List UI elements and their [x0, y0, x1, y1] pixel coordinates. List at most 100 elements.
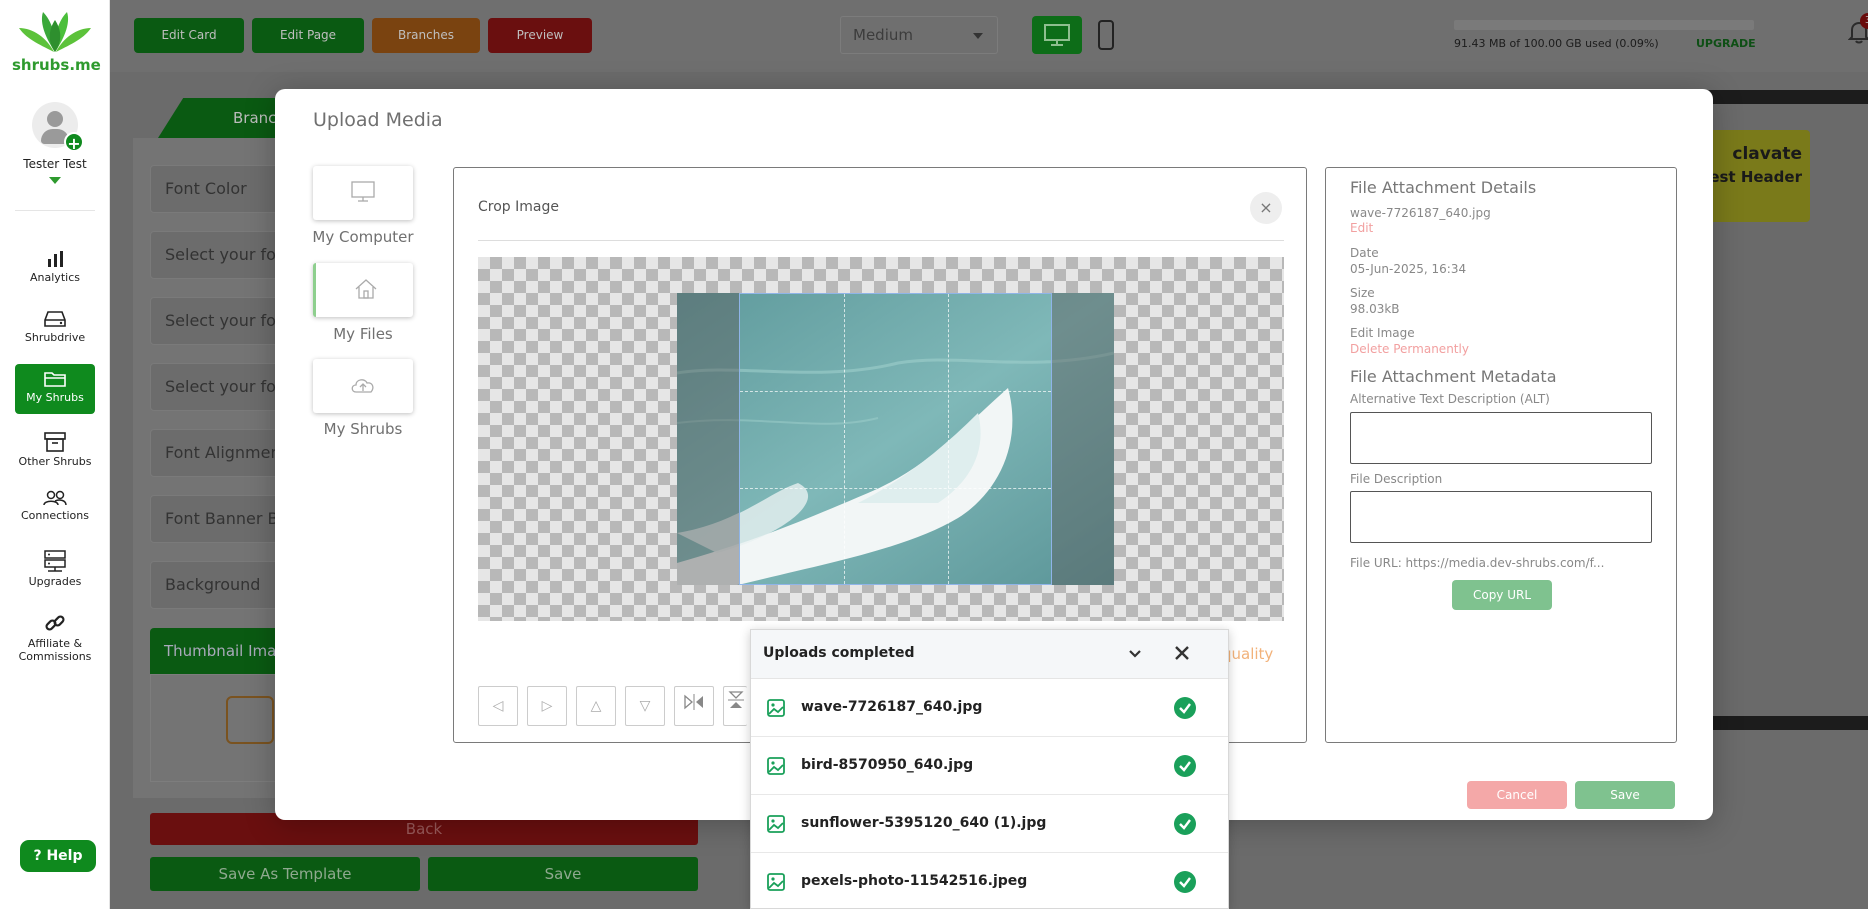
file-url: File URL: https://media.dev-shrubs.com/f… [1350, 556, 1605, 570]
save-button[interactable]: Save [1575, 781, 1675, 809]
source-label[interactable]: My Computer [305, 228, 421, 246]
leaf-logo-icon [19, 12, 91, 52]
crop-selection[interactable] [739, 293, 1052, 585]
logo-text: shrubs.me [12, 56, 101, 74]
chevron-down-icon[interactable] [49, 177, 61, 184]
alt-text-input[interactable] [1350, 412, 1652, 464]
crop-canvas[interactable] [478, 257, 1284, 621]
thumbnail-header: Thumbnail Ima [150, 628, 290, 674]
description-input[interactable] [1350, 491, 1652, 543]
desktop-view-button[interactable] [1032, 16, 1082, 54]
server-icon [44, 550, 66, 572]
preview-button[interactable]: Preview [488, 18, 592, 53]
sidebar-item-other-shrubs[interactable]: Other Shrubs [15, 426, 95, 476]
cancel-button[interactable]: Cancel [1467, 781, 1567, 809]
image-file-icon [767, 699, 785, 717]
close-icon[interactable] [1173, 644, 1191, 662]
file-details-panel: File Attachment Details wave-7726187_640… [1325, 167, 1677, 743]
edit-image-link[interactable]: Edit Image [1350, 326, 1415, 340]
file-name: pexels-photo-11542516.jpeg [801, 873, 1028, 889]
flip-horizontal-button[interactable] [674, 686, 714, 726]
date-label: Date [1350, 246, 1379, 260]
chevron-down-icon [973, 33, 983, 39]
save-editor-button[interactable]: Save [428, 857, 698, 891]
font-banner-field[interactable]: Font Banner Ba [150, 495, 290, 543]
details-header: File Attachment Details [1350, 178, 1537, 197]
flip-vertical-button[interactable] [723, 686, 747, 726]
quality-select[interactable]: Medium [840, 16, 998, 54]
sidebar-item-affiliate[interactable]: Affiliate & Commissions [15, 606, 95, 666]
branches-button[interactable]: Branches [372, 18, 480, 53]
folder-icon [44, 372, 66, 387]
list-item[interactable]: sunflower-5395120_640 (1).jpg [751, 795, 1228, 853]
close-icon[interactable]: × [1250, 192, 1282, 224]
flip-horizontal-icon [684, 694, 703, 710]
link-icon [45, 615, 65, 631]
font-color-field[interactable]: Font Color [150, 165, 290, 213]
add-avatar-icon[interactable]: + [64, 132, 84, 153]
mobile-view-icon[interactable] [1098, 20, 1114, 50]
crop-title: Crop Image [478, 199, 559, 215]
list-item[interactable]: bird-8570950_640.jpg [751, 737, 1228, 795]
image-file-icon [767, 873, 785, 891]
sidebar-item-label: Connections [21, 509, 89, 522]
upgrade-link[interactable]: UPGRADE [1696, 37, 1756, 50]
top-toolbar: Edit Card Edit Page Branches Preview Med… [110, 0, 1868, 72]
size-value: 98.03kB [1350, 302, 1400, 316]
avatar[interactable]: + [32, 102, 84, 153]
sidebar-item-label: Shrubdrive [24, 331, 86, 344]
source-label[interactable]: My Files [305, 325, 421, 343]
sidebar-item-analytics[interactable]: Analytics [15, 244, 95, 294]
edit-card-button[interactable]: Edit Card [134, 18, 244, 53]
cloud-upload-icon [351, 379, 374, 393]
move-left-button[interactable]: ◁ [478, 686, 518, 726]
edit-page-button[interactable]: Edit Page [252, 18, 364, 53]
sidebar-item-label: Commissions [18, 650, 92, 663]
file-name: wave-7726187_640.jpg [1350, 206, 1491, 220]
list-item[interactable]: wave-7726187_640.jpg [751, 679, 1228, 737]
copy-url-button[interactable]: Copy URL [1452, 580, 1552, 610]
check-circle-icon [1174, 813, 1196, 835]
font-alignment-field[interactable]: Font Alignment [150, 429, 290, 477]
font-select-2[interactable]: Select your font [150, 297, 290, 345]
monitor-icon [351, 181, 375, 202]
check-circle-icon [1174, 871, 1196, 893]
source-my-computer[interactable] [313, 166, 413, 220]
source-my-shrubs[interactable] [313, 359, 413, 413]
list-item[interactable]: pexels-photo-11542516.jpeg [751, 853, 1228, 909]
quality-link[interactable]: quality [1222, 645, 1273, 663]
user-profile[interactable]: + Tester Test [0, 102, 110, 184]
edit-link[interactable]: Edit [1350, 221, 1373, 235]
file-name: bird-8570950_640.jpg [801, 757, 974, 773]
source-my-files[interactable] [313, 263, 413, 317]
alt-label: Alternative Text Description (ALT) [1350, 392, 1550, 406]
help-button[interactable]: ? Help [20, 840, 96, 872]
delete-permanently-link[interactable]: Delete Permanently [1350, 342, 1469, 356]
chevron-down-icon[interactable] [1127, 646, 1143, 662]
sidebar-item-label: Analytics [30, 271, 80, 284]
move-up-button[interactable]: △ [576, 686, 616, 726]
uploads-panel: Uploads completed wave-7726187_640.jpg b… [750, 629, 1229, 909]
move-right-button[interactable]: ▷ [527, 686, 567, 726]
question-icon: ? [33, 848, 42, 864]
sidebar-item-connections[interactable]: Connections [15, 484, 95, 534]
sidebar-item-shrubdrive[interactable]: Shrubdrive [15, 304, 95, 354]
sidebar-item-upgrades[interactable]: Upgrades [15, 544, 95, 594]
sidebar-item-label: Other Shrubs [18, 455, 92, 468]
home-icon [355, 279, 377, 299]
font-select-3[interactable]: Select your font [150, 363, 290, 411]
storage-bar [1454, 20, 1754, 30]
sidebar: shrubs.me + Tester Test Analytics Shrubd… [0, 0, 110, 909]
save-as-template-button[interactable]: Save As Template [150, 857, 420, 891]
desktop-icon [1044, 24, 1070, 46]
font-select-1[interactable]: Select your font [150, 231, 290, 279]
check-circle-icon [1174, 755, 1196, 777]
sidebar-item-my-shrubs[interactable]: My Shrubs [15, 364, 95, 414]
sidebar-item-label: Upgrades [28, 575, 82, 588]
move-down-button[interactable]: ▽ [625, 686, 665, 726]
logo[interactable]: shrubs.me [12, 10, 101, 74]
source-label[interactable]: My Shrubs [305, 420, 421, 438]
background-field[interactable]: Background [150, 561, 290, 609]
bar-chart-icon [48, 251, 63, 267]
file-name: sunflower-5395120_640 (1).jpg [801, 815, 1047, 831]
